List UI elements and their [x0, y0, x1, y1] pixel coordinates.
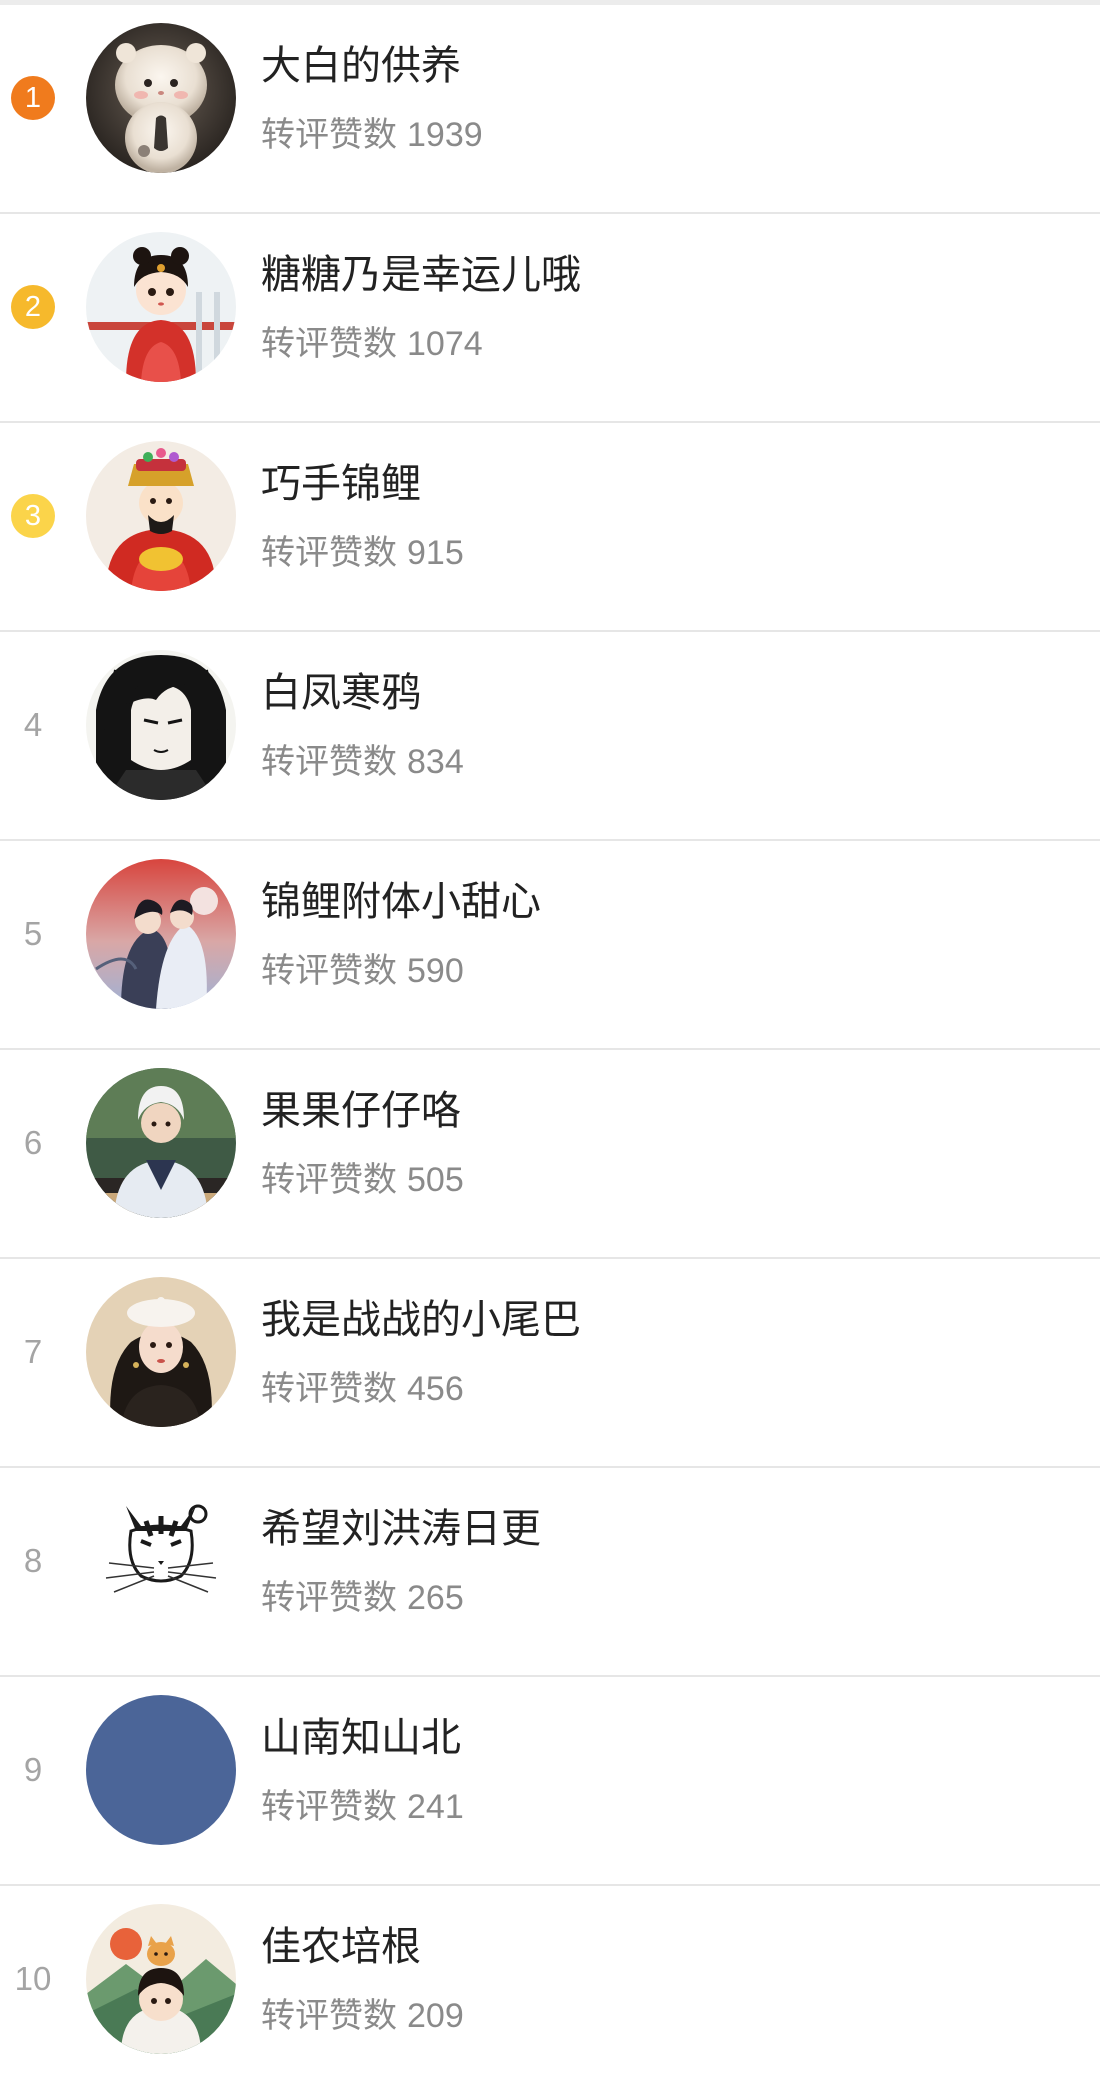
user-name[interactable]: 我是战战的小尾巴: [261, 1295, 581, 1345]
stats-count: 590: [407, 952, 464, 990]
stats-label: 转评赞数: [261, 1369, 397, 1409]
list-item[interactable]: 7 我是战战的小尾巴 转评赞数 456: [0, 1259, 1100, 1468]
stats-count: 834: [407, 743, 464, 781]
list-item[interactable]: 1 大白的供养 转评赞数 1939: [0, 5, 1100, 214]
avatar[interactable]: [86, 441, 236, 591]
list-item[interactable]: 5 锦鲤附体小甜心 转评赞数 590: [0, 841, 1100, 1050]
list-item[interactable]: 6 果果仔仔咯 转评赞数 505: [0, 1050, 1100, 1259]
stats-label: 转评赞数: [261, 324, 397, 364]
user-name[interactable]: 果果仔仔咯: [261, 1086, 461, 1136]
rank-number: 6: [23, 1124, 43, 1161]
fluffy-hamster-icon: [86, 23, 236, 173]
rank-number: 7: [23, 1333, 43, 1370]
rank-number: 10: [14, 1960, 52, 1997]
stats-count: 265: [407, 1579, 464, 1617]
stats-count: 1074: [407, 325, 483, 363]
list-item[interactable]: 8 希望刘洪涛日更 转评赞数 265: [0, 1468, 1100, 1677]
stats-line: 转评赞数 456: [261, 1367, 464, 1411]
list-item[interactable]: 2 糖糖乃是幸运儿哦 转评赞数 1074: [0, 214, 1100, 423]
stats-label: 转评赞数: [261, 951, 397, 991]
chinese-girl-red-dress-icon: [86, 232, 236, 382]
avatar[interactable]: [86, 1486, 236, 1636]
avatar[interactable]: [86, 1695, 236, 1845]
list-item[interactable]: 10 佳农培根 转评赞数 209: [0, 1886, 1100, 2095]
stats-line: 转评赞数 209: [261, 1994, 464, 2038]
ancient-couple-icon: [86, 859, 236, 1009]
stats-line: 转评赞数 590: [261, 949, 464, 993]
stats-line: 转评赞数 1074: [261, 322, 483, 366]
rank-number: 9: [23, 1751, 43, 1788]
user-name[interactable]: 锦鲤附体小甜心: [261, 877, 541, 927]
stats-line: 转评赞数 265: [261, 1576, 464, 1620]
user-name[interactable]: 巧手锦鲤: [261, 459, 421, 509]
stats-label: 转评赞数: [261, 115, 397, 155]
avatar[interactable]: [86, 650, 236, 800]
stats-label: 转评赞数: [261, 742, 397, 782]
user-name[interactable]: 大白的供养: [261, 41, 461, 91]
rank-number: 4: [23, 706, 43, 743]
avatar[interactable]: [86, 23, 236, 173]
rank-badge: 2: [11, 285, 55, 329]
user-name[interactable]: 希望刘洪涛日更: [261, 1504, 541, 1554]
girl-white-beret-icon: [86, 1277, 236, 1427]
stats-count: 456: [407, 1370, 464, 1408]
stats-line: 转评赞数 241: [261, 1785, 464, 1829]
stats-label: 转评赞数: [261, 1787, 397, 1827]
rank-badge: 3: [11, 494, 55, 538]
list-item[interactable]: 3 巧手锦鲤 转评赞数 915: [0, 423, 1100, 632]
avatar[interactable]: [86, 232, 236, 382]
stats-line: 转评赞数 505: [261, 1158, 464, 1202]
user-name[interactable]: 糖糖乃是幸运儿哦: [261, 250, 581, 300]
list-item[interactable]: 4 白凤寒鸦 转评赞数 834: [0, 632, 1100, 841]
stats-count: 209: [407, 1997, 464, 2035]
ranking-list: 1 大白的供养 转评赞数 1939 2 糖糖乃是幸运儿哦 转评赞数 1074 3…: [0, 5, 1100, 2095]
rank-number: 8: [23, 1542, 43, 1579]
stats-label: 转评赞数: [261, 1160, 397, 1200]
god-of-wealth-icon: [86, 441, 236, 591]
user-name[interactable]: 白凤寒鸦: [261, 668, 421, 718]
rank-number: 5: [23, 915, 43, 952]
stats-line: 转评赞数 915: [261, 531, 464, 575]
ink-anime-man-icon: [86, 650, 236, 800]
user-name[interactable]: 山南知山北: [261, 1713, 461, 1763]
avatar[interactable]: [86, 859, 236, 1009]
stats-line: 转评赞数 834: [261, 740, 464, 784]
stats-count: 1939: [407, 116, 483, 154]
cartoon-girl-cat-icon: [86, 1904, 236, 2054]
stats-count: 915: [407, 534, 464, 572]
avatar[interactable]: [86, 1277, 236, 1427]
rank-badge: 1: [11, 76, 55, 120]
stats-count: 505: [407, 1161, 464, 1199]
list-item[interactable]: 9 山南知山北 转评赞数 241: [0, 1677, 1100, 1886]
stats-label: 转评赞数: [261, 1996, 397, 2036]
stats-label: 转评赞数: [261, 1578, 397, 1618]
white-haired-man-icon: [86, 1068, 236, 1218]
user-name[interactable]: 佳农培根: [261, 1922, 421, 1972]
sketch-cat-icon: [86, 1486, 236, 1636]
blue-circle-icon: [86, 1695, 236, 1845]
avatar[interactable]: [86, 1904, 236, 2054]
stats-count: 241: [407, 1788, 464, 1826]
stats-line: 转评赞数 1939: [261, 113, 483, 157]
stats-label: 转评赞数: [261, 533, 397, 573]
avatar[interactable]: [86, 1068, 236, 1218]
